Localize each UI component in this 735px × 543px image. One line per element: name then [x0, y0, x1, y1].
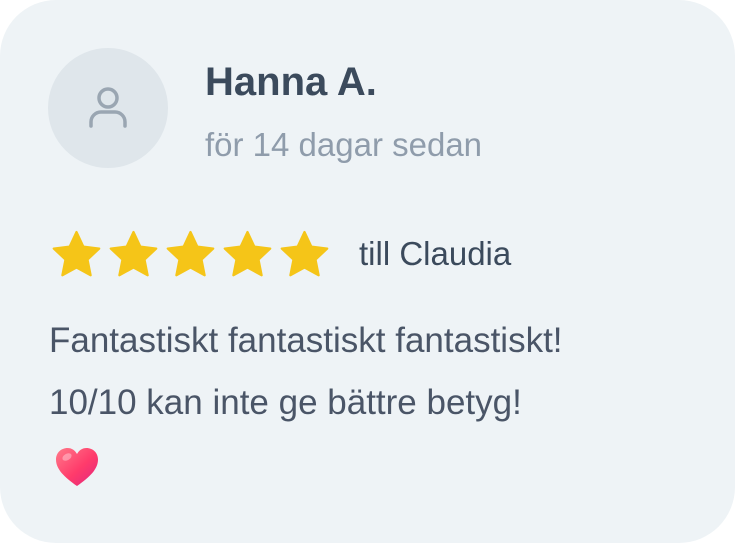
rating-row: till Claudia [50, 226, 511, 282]
review-time: för 14 dagar sedan [205, 126, 483, 163]
star-icon [164, 228, 217, 281]
user-icon [89, 87, 127, 128]
star-icon [50, 228, 103, 281]
star-rating [50, 228, 331, 281]
star-icon [221, 228, 274, 281]
heart-icon [54, 446, 100, 488]
review-target: till Claudia [359, 235, 512, 272]
review-text: Fantastiskt fantastiskt fantastiskt! 10/… [49, 310, 689, 434]
review-card: Hanna A. för 14 dagar sedan till Claudia… [0, 0, 735, 543]
avatar [48, 48, 168, 168]
reviewer-name: Hanna A. [205, 60, 377, 104]
star-icon [278, 228, 331, 281]
review-text-line: Fantastiskt fantastiskt fantastiskt! [49, 321, 563, 360]
star-icon [107, 228, 160, 281]
review-text-line: 10/10 kan inte ge bättre betyg! [49, 383, 522, 422]
